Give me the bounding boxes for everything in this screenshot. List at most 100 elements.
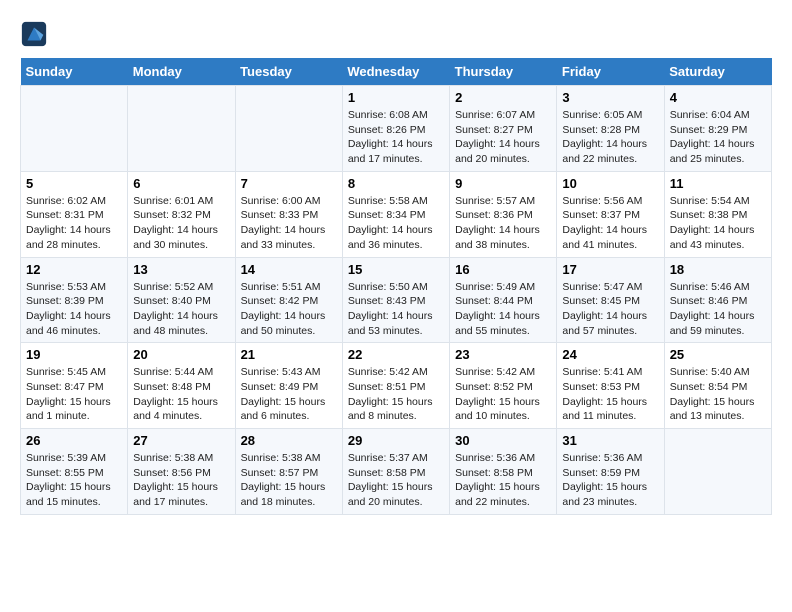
calendar-cell: 5Sunrise: 6:02 AMSunset: 8:31 PMDaylight…	[21, 171, 128, 257]
day-number: 10	[562, 176, 658, 191]
cell-info: Daylight: 15 hours and 8 minutes.	[348, 395, 444, 424]
cell-info: Sunrise: 6:00 AM	[241, 194, 337, 209]
calendar-cell: 3Sunrise: 6:05 AMSunset: 8:28 PMDaylight…	[557, 86, 664, 172]
cell-info: Sunrise: 5:58 AM	[348, 194, 444, 209]
calendar-header: SundayMondayTuesdayWednesdayThursdayFrid…	[21, 58, 772, 86]
cell-info: Sunset: 8:48 PM	[133, 380, 229, 395]
weekday-header-thursday: Thursday	[450, 58, 557, 86]
day-number: 27	[133, 433, 229, 448]
cell-info: Daylight: 14 hours and 48 minutes.	[133, 309, 229, 338]
cell-info: Sunset: 8:33 PM	[241, 208, 337, 223]
cell-info: Daylight: 15 hours and 23 minutes.	[562, 480, 658, 509]
weekday-header-saturday: Saturday	[664, 58, 771, 86]
day-number: 5	[26, 176, 122, 191]
cell-info: Sunrise: 5:40 AM	[670, 365, 766, 380]
day-number: 29	[348, 433, 444, 448]
calendar-cell: 24Sunrise: 5:41 AMSunset: 8:53 PMDayligh…	[557, 343, 664, 429]
cell-info: Daylight: 14 hours and 55 minutes.	[455, 309, 551, 338]
cell-info: Sunset: 8:32 PM	[133, 208, 229, 223]
cell-info: Daylight: 14 hours and 38 minutes.	[455, 223, 551, 252]
calendar-cell	[664, 429, 771, 515]
cell-info: Sunrise: 5:54 AM	[670, 194, 766, 209]
cell-info: Daylight: 14 hours and 17 minutes.	[348, 137, 444, 166]
cell-info: Sunrise: 5:46 AM	[670, 280, 766, 295]
cell-info: Sunrise: 5:42 AM	[455, 365, 551, 380]
logo	[20, 20, 50, 48]
cell-info: Sunset: 8:31 PM	[26, 208, 122, 223]
day-number: 18	[670, 262, 766, 277]
calendar-cell: 10Sunrise: 5:56 AMSunset: 8:37 PMDayligh…	[557, 171, 664, 257]
weekday-header-sunday: Sunday	[21, 58, 128, 86]
cell-info: Daylight: 14 hours and 36 minutes.	[348, 223, 444, 252]
cell-info: Daylight: 14 hours and 43 minutes.	[670, 223, 766, 252]
cell-info: Daylight: 14 hours and 53 minutes.	[348, 309, 444, 338]
calendar-week-4: 19Sunrise: 5:45 AMSunset: 8:47 PMDayligh…	[21, 343, 772, 429]
cell-info: Sunset: 8:40 PM	[133, 294, 229, 309]
day-number: 31	[562, 433, 658, 448]
cell-info: Sunset: 8:27 PM	[455, 123, 551, 138]
calendar-week-5: 26Sunrise: 5:39 AMSunset: 8:55 PMDayligh…	[21, 429, 772, 515]
cell-info: Daylight: 15 hours and 18 minutes.	[241, 480, 337, 509]
calendar-cell: 21Sunrise: 5:43 AMSunset: 8:49 PMDayligh…	[235, 343, 342, 429]
calendar-cell: 7 Sunrise: 6:00 AMSunset: 8:33 PMDaylight…	[235, 171, 342, 257]
weekday-header-monday: Monday	[128, 58, 235, 86]
calendar-cell: 14Sunrise: 5:51 AMSunset: 8:42 PMDayligh…	[235, 257, 342, 343]
cell-info: Sunrise: 5:38 AM	[133, 451, 229, 466]
cell-info: Daylight: 14 hours and 41 minutes.	[562, 223, 658, 252]
calendar-table: SundayMondayTuesdayWednesdayThursdayFrid…	[20, 58, 772, 515]
cell-info: Sunrise: 5:45 AM	[26, 365, 122, 380]
calendar-cell: 29Sunrise: 5:37 AMSunset: 8:58 PMDayligh…	[342, 429, 449, 515]
cell-info: Sunrise: 5:57 AM	[455, 194, 551, 209]
cell-info: Daylight: 15 hours and 15 minutes.	[26, 480, 122, 509]
cell-info: Sunset: 8:59 PM	[562, 466, 658, 481]
day-number: 22	[348, 347, 444, 362]
calendar-cell	[21, 86, 128, 172]
day-number: 9	[455, 176, 551, 191]
cell-info: Sunset: 8:44 PM	[455, 294, 551, 309]
calendar-week-1: 1Sunrise: 6:08 AMSunset: 8:26 PMDaylight…	[21, 86, 772, 172]
calendar-cell: 9Sunrise: 5:57 AMSunset: 8:36 PMDaylight…	[450, 171, 557, 257]
cell-info: Sunset: 8:58 PM	[455, 466, 551, 481]
cell-info: Daylight: 14 hours and 33 minutes.	[241, 223, 337, 252]
calendar-cell: 4Sunrise: 6:04 AMSunset: 8:29 PMDaylight…	[664, 86, 771, 172]
cell-info: Daylight: 15 hours and 11 minutes.	[562, 395, 658, 424]
calendar-cell	[235, 86, 342, 172]
cell-info: Sunset: 8:45 PM	[562, 294, 658, 309]
weekday-header-wednesday: Wednesday	[342, 58, 449, 86]
logo-icon	[20, 20, 48, 48]
cell-info: Daylight: 15 hours and 10 minutes.	[455, 395, 551, 424]
header	[20, 20, 772, 48]
cell-info: Sunset: 8:54 PM	[670, 380, 766, 395]
calendar-cell: 20Sunrise: 5:44 AMSunset: 8:48 PMDayligh…	[128, 343, 235, 429]
cell-info: Sunrise: 5:47 AM	[562, 280, 658, 295]
day-number: 2	[455, 90, 551, 105]
day-number: 7	[241, 176, 337, 191]
cell-info: Sunset: 8:51 PM	[348, 380, 444, 395]
calendar-cell: 22 Sunrise: 5:42 AMSunset: 8:51 PMDayligh…	[342, 343, 449, 429]
cell-info: Sunset: 8:34 PM	[348, 208, 444, 223]
day-number: 6	[133, 176, 229, 191]
cell-info: Sunrise: 5:42 AM	[348, 365, 444, 380]
cell-info: Sunrise: 5:52 AM	[133, 280, 229, 295]
day-number: 25	[670, 347, 766, 362]
calendar-cell: 31Sunrise: 5:36 AMSunset: 8:59 PMDayligh…	[557, 429, 664, 515]
calendar-cell: 15Sunrise: 5:50 AMSunset: 8:43 PMDayligh…	[342, 257, 449, 343]
day-number: 16	[455, 262, 551, 277]
cell-info: Sunrise: 5:51 AM	[241, 280, 337, 295]
cell-info: Sunrise: 6:07 AM	[455, 108, 551, 123]
cell-info: Daylight: 14 hours and 30 minutes.	[133, 223, 229, 252]
day-number: 26	[26, 433, 122, 448]
cell-info: Daylight: 15 hours and 17 minutes.	[133, 480, 229, 509]
day-number: 28	[241, 433, 337, 448]
cell-info: Sunrise: 6:08 AM	[348, 108, 444, 123]
cell-info: Daylight: 15 hours and 22 minutes.	[455, 480, 551, 509]
cell-info: Daylight: 14 hours and 50 minutes.	[241, 309, 337, 338]
cell-info: Sunset: 8:39 PM	[26, 294, 122, 309]
cell-info: Sunset: 8:46 PM	[670, 294, 766, 309]
cell-info: Sunset: 8:58 PM	[348, 466, 444, 481]
cell-info: Sunset: 8:56 PM	[133, 466, 229, 481]
cell-info: Daylight: 14 hours and 28 minutes.	[26, 223, 122, 252]
calendar-cell: 25Sunrise: 5:40 AMSunset: 8:54 PMDayligh…	[664, 343, 771, 429]
cell-info: Sunset: 8:37 PM	[562, 208, 658, 223]
calendar-cell: 19Sunrise: 5:45 AMSunset: 8:47 PMDayligh…	[21, 343, 128, 429]
